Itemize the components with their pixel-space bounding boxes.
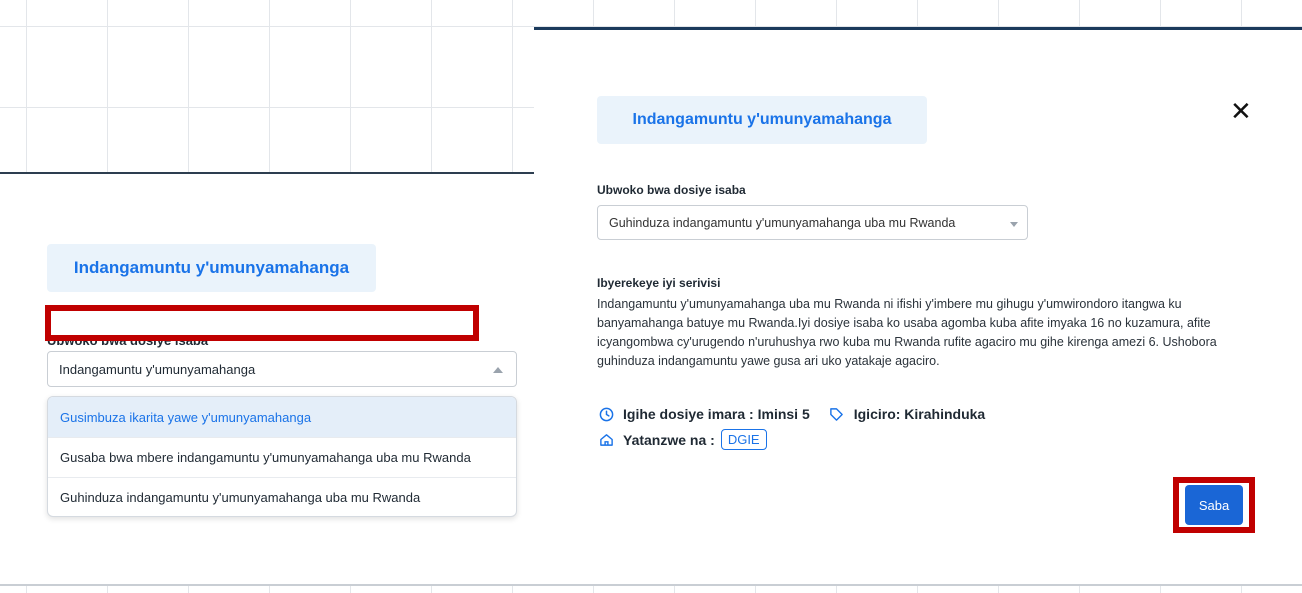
select-value: Guhinduza indangamuntu y'umunyamahanga u… xyxy=(609,215,956,230)
select-value: Indangamuntu y'umunyamahanga xyxy=(59,361,256,377)
application-type-select[interactable]: Guhinduza indangamuntu y'umunyamahanga u… xyxy=(597,205,1028,240)
chevron-up-icon xyxy=(493,367,503,373)
clock-icon xyxy=(597,405,615,423)
dropdown-option[interactable]: Gusaba bwa mbere indangamuntu y'umunyama… xyxy=(48,437,516,477)
highlight-box xyxy=(45,305,479,341)
service-modal: Indangamuntu y'umunyamahanga ✕ Ubwoko bw… xyxy=(534,27,1302,584)
left-service-panel: Indangamuntu y'umunyamahanga Ubwoko bwa … xyxy=(0,172,534,584)
provider-badge: DGIE xyxy=(720,429,767,450)
modal-title: Indangamuntu y'umunyamahanga xyxy=(597,96,927,144)
processing-time: Igihe dosiye imara : Iminsi 5 xyxy=(623,406,810,422)
apply-button[interactable]: Saba xyxy=(1185,485,1243,525)
close-icon[interactable]: ✕ xyxy=(1230,98,1252,124)
service-provider-row: Yatanzwe na : DGIE xyxy=(597,429,767,450)
dropdown-option[interactable]: Guhinduza indangamuntu y'umunyamahanga u… xyxy=(48,477,516,516)
divider xyxy=(0,584,1302,586)
application-type-label: Ubwoko bwa dosiye isaba xyxy=(597,183,746,197)
application-type-select[interactable]: Indangamuntu y'umunyamahanga xyxy=(47,351,517,387)
application-type-dropdown: Gusimbuza ikarita yawe y'umunyamahanga G… xyxy=(47,396,517,517)
home-icon xyxy=(597,431,615,449)
dropdown-option[interactable]: Gusimbuza ikarita yawe y'umunyamahanga xyxy=(48,397,516,437)
service-description: Indangamuntu y'umunyamahanga uba mu Rwan… xyxy=(597,297,1217,368)
provider-label: Yatanzwe na : xyxy=(623,431,715,448)
service-description-title: Ibyerekeye iyi serivisi xyxy=(597,276,721,290)
service-title: Indangamuntu y'umunyamahanga xyxy=(47,244,376,292)
tag-icon xyxy=(828,405,846,423)
chevron-down-icon xyxy=(1010,222,1018,227)
service-meta-row: Igihe dosiye imara : Iminsi 5 Igiciro: K… xyxy=(597,405,985,423)
service-price: Igiciro: Kirahinduka xyxy=(853,406,986,422)
